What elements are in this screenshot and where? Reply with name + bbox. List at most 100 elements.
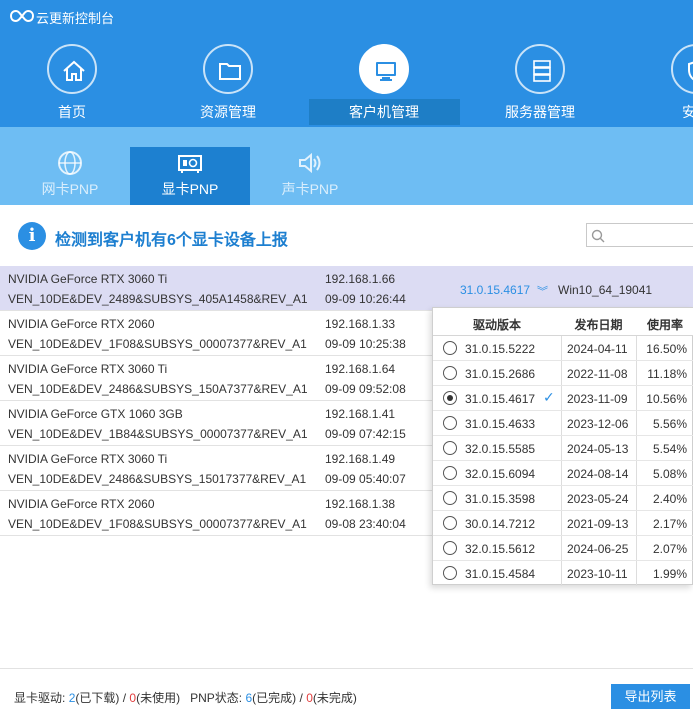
device-id: VEN_10DE&DEV_2486&SUBSYS_150A7377&REV_A1 [8,382,308,396]
driver-version: 31.0.15.2686 [465,367,536,381]
separator: / [299,691,303,705]
tab-sound-pnp[interactable]: 声卡PNP [250,147,370,205]
device-id: VEN_10DE&DEV_1F08&SUBSYS_00007377&REV_A1 [8,517,307,531]
device-report-time: 09-09 10:26:44 [325,292,406,306]
device-name: NVIDIA GeForce RTX 3060 Ti [8,362,168,376]
nav-item-resources[interactable]: 资源管理 [178,44,278,124]
tab-network-pnp[interactable]: 网卡PNP [10,147,130,205]
nav-label: 服务器管理 [505,104,575,120]
radio-button[interactable] [443,441,457,455]
usage-rate: 5.54% [652,442,687,456]
separator: / [122,691,127,705]
device-ip: 192.168.1.38 [325,497,396,511]
server-icon [515,44,565,94]
tab-label: 网卡PNP [41,181,99,197]
driver-version-dropdown: 驱动版本 发布日期 使用率 31.0.15.5222 2024-04-11 16… [432,307,693,586]
driver-option[interactable]: 31.0.15.3598 2023-05-24 2.40% [433,486,693,511]
radio-button[interactable] [443,466,457,480]
usage-rate: 16.50% [646,342,687,356]
status-bar: 显卡驱动: 2(已下载) / 0(未使用) PNP状态: 6(已完成) / 0(… [14,689,357,706]
driver-version-select[interactable]: 31.0.15.4617 [460,283,530,297]
device-ip: 192.168.1.66 [325,272,396,286]
driver-version: 31.0.15.4617 [465,392,536,406]
device-id: VEN_10DE&DEV_1B84&SUBSYS_00007377&REV_A1 [8,427,308,441]
driver-option[interactable]: 32.0.15.6094 2024-08-14 5.08% [433,461,693,486]
driver-option-selected[interactable]: 31.0.15.4617 ✓ 2023-11-09 10.56% [433,386,693,411]
tab-label: 显卡PNP [161,181,219,197]
infinity-logo-icon [10,9,34,23]
device-report-time: 09-09 10:25:38 [325,337,406,351]
nav-item-home[interactable]: 首页 [22,44,122,124]
device-ip: 192.168.1.41 [325,407,396,421]
device-name: NVIDIA GeForce RTX 2060 [8,497,155,511]
header-usage-rate: 使用率 [646,318,683,332]
radio-button-selected[interactable] [443,391,457,405]
device-report-time: 09-09 09:52:08 [325,382,406,396]
radio-button[interactable] [443,566,457,580]
nav-item-security[interactable]: 安全 [646,44,693,124]
device-id: VEN_10DE&DEV_1F08&SUBSYS_00007377&REV_A1 [8,337,307,351]
header-driver-version: 驱动版本 [472,318,521,332]
device-report-time: 09-09 07:42:15 [325,427,406,441]
usage-rate: 1.99% [652,567,687,581]
driver-version: 31.0.15.3598 [465,492,536,506]
footer-divider [0,668,693,669]
incomplete-count: 0 [306,691,313,705]
dropdown-header: 驱动版本 发布日期 使用率 [433,308,693,336]
driver-option[interactable]: 31.0.15.4633 2023-12-06 5.56% [433,411,693,436]
radio-button[interactable] [443,516,457,530]
driver-option[interactable]: 32.0.15.5585 2024-05-13 5.54% [433,436,693,461]
info-icon: i [18,222,46,250]
driver-option[interactable]: 31.0.15.2686 2022-11-08 11.18% [433,361,693,386]
device-id: VEN_10DE&DEV_2489&SUBSYS_405A1458&REV_A1 [8,292,308,306]
radio-button[interactable] [443,491,457,505]
driver-version: 30.0.14.7212 [465,517,536,531]
chevron-down-icon[interactable]: ︾ [537,283,548,299]
export-list-button[interactable]: 导出列表 [611,684,690,709]
radio-button[interactable] [443,416,457,430]
device-name: NVIDIA GeForce RTX 3060 Ti [8,272,168,286]
device-id: VEN_10DE&DEV_2486&SUBSYS_15017377&REV_A1 [8,472,307,486]
device-ip: 192.168.1.33 [325,317,396,331]
driver-option[interactable]: 30.0.14.7212 2021-09-13 2.17% [433,511,693,536]
shield-icon [671,44,693,94]
usage-rate: 2.40% [652,492,687,506]
device-report-time: 09-08 23:40:04 [325,517,406,531]
release-date: 2021-09-13 [567,517,629,531]
completed-label: (已完成) [252,691,297,705]
nav-item-server-management[interactable]: 服务器管理 [490,44,590,124]
radio-button[interactable] [443,341,457,355]
folder-icon [203,44,253,94]
pnp-status-label: PNP状态: [190,691,243,705]
device-report-summary: 检测到客户机有6个显卡设备上报 [55,232,288,249]
usage-rate: 11.18% [647,367,687,381]
driver-option[interactable]: 31.0.15.4584 2023-10-11 1.99% [433,561,693,586]
release-date: 2023-12-06 [567,417,629,431]
driver-option[interactable]: 32.0.15.5612 2024-06-25 2.07% [433,536,693,561]
nav-item-client-management[interactable]: 客户机管理 [334,44,434,124]
release-date: 2023-11-09 [567,392,628,406]
driver-version: 32.0.15.6094 [465,467,536,481]
driver-option[interactable]: 31.0.15.5222 2024-04-11 16.50% [433,336,693,361]
search-icon [591,229,605,243]
release-date: 2024-06-25 [567,542,629,556]
downloaded-label: (已下载) [75,691,120,705]
tab-graphics-pnp[interactable]: 显卡PNP [130,147,250,205]
device-row[interactable]: NVIDIA GeForce RTX 3060 Ti VEN_10DE&DEV_… [0,266,693,311]
release-date: 2024-04-11 [567,342,628,356]
device-ip: 192.168.1.49 [325,452,396,466]
usage-rate: 10.56% [646,392,687,406]
release-date: 2022-11-08 [567,367,628,381]
release-date: 2024-08-14 [567,467,629,481]
radio-button[interactable] [443,366,457,380]
radio-button[interactable] [443,541,457,555]
top-navigation: 云更新控制台 首页 资源管理 客户机管理 服务器管理 安全 [0,0,693,127]
app-title: 云更新控制台 [36,11,115,26]
sub-navigation: 网卡PNP 显卡PNP 声卡PNP [0,127,693,205]
device-ip: 192.168.1.64 [325,362,396,376]
search-input[interactable] [586,223,693,247]
nav-label: 首页 [58,104,86,120]
os-version: Win10_64_19041 [558,283,653,297]
speaker-icon [299,152,321,174]
graphics-card-icon [178,155,202,173]
